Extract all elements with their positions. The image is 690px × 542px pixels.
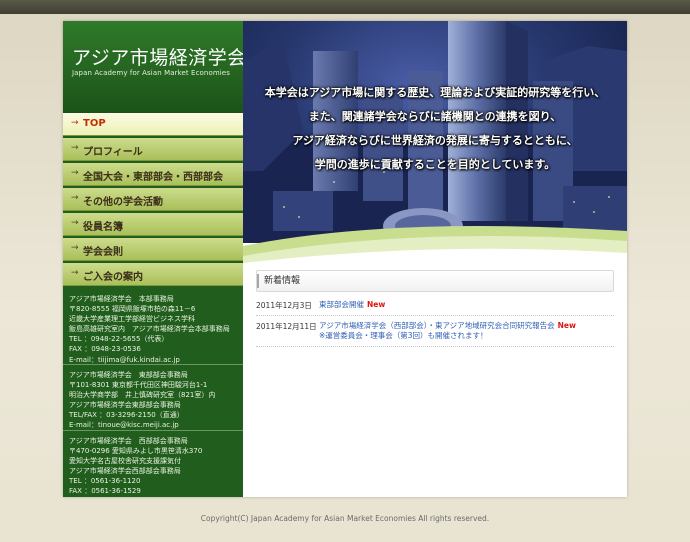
- top-bar: [0, 0, 690, 14]
- nav-item-top[interactable]: → TOP: [63, 113, 243, 136]
- office-line: アジア市場経済学会 本部事務局: [69, 295, 174, 303]
- office-info-west: アジア市場経済学会 西部部会事務局 〒470-0296 愛知県みよし市黒笹清水3…: [69, 436, 241, 497]
- site-logo[interactable]: アジア市場経済学会 Japan Academy for Asian Market…: [63, 21, 246, 113]
- office-line: アジア市場経済学会西部部会事務局: [69, 467, 181, 476]
- nav-item-membership[interactable]: → ご入会の案内: [63, 263, 243, 286]
- office-line: 飯島高雄研究室内 アジア市場経済学会本部事務局: [69, 325, 230, 334]
- site-title: アジア市場経済学会: [72, 47, 247, 69]
- new-badge: New: [557, 321, 576, 330]
- news-link[interactable]: 東部部会開催: [319, 300, 364, 309]
- arrow-right-icon: →: [71, 218, 79, 228]
- nav-item-bylaws[interactable]: → 学会会則: [63, 238, 243, 261]
- arrow-right-icon: →: [71, 118, 79, 128]
- sidebar: アジア市場経済学会 Japan Academy for Asian Market…: [63, 21, 246, 497]
- nav-label: 学会会則: [83, 247, 123, 258]
- nav-item-meetings[interactable]: → 全国大会・東部部会・西部部会: [63, 163, 243, 186]
- divider: [63, 364, 243, 365]
- office-line: アジア市場経済学会 東部部会事務局: [69, 371, 188, 379]
- hero-banner: 本学会はアジア市場に関する歴史、理論および実証的研究等を行い、 また、関連諸学会…: [243, 21, 627, 243]
- nav-item-profile[interactable]: → プロフィール: [63, 138, 243, 161]
- office-line: 愛知大学名古屋校舎研究支援課気付: [69, 457, 181, 466]
- office-line: FAX ：0948-23-0536: [69, 345, 141, 354]
- arrow-right-icon: →: [71, 268, 79, 278]
- office-line: TEL ：0561-36-1120: [69, 477, 141, 486]
- copyright: Copyright(C) Japan Academy for Asian Mar…: [200, 514, 490, 523]
- news-item: 2011年12月11日 アジア市場経済学会（西部部会）・東アジア地域研究会合同研…: [256, 316, 614, 347]
- office-info-east: アジア市場経済学会 東部部会事務局 〒101-8301 東京都千代田区神田駿河台…: [69, 370, 241, 431]
- hero-line: また、関連諸学会ならびに諸機関との連携を図り、: [308, 110, 562, 123]
- news-date: 2011年12月3日: [256, 301, 312, 310]
- office-line: TEL/FAX ：03-3296-2150（直通）: [69, 411, 184, 420]
- nav-label: その他の学会活動: [83, 197, 163, 208]
- hero-line: 学問の進歩に貢献することを目的としています。: [314, 158, 556, 171]
- news-link[interactable]: アジア市場経済学会（西部部会）・東アジア地域研究会合同研究報告会: [319, 321, 555, 330]
- office-line: 〒470-0296 愛知県みよし市黒笹清水370: [69, 447, 203, 456]
- nav-item-other-activities[interactable]: → その他の学会活動: [63, 188, 243, 211]
- office-line: アジア市場経済学会東部部会事務局: [69, 401, 181, 410]
- nav-label: 役員名簿: [83, 222, 123, 233]
- new-badge: New: [367, 300, 386, 309]
- office-line: 〒101-8301 東京都千代田区神田駿河台1-1: [69, 381, 208, 390]
- nav-label: 全国大会・東部部会・西部部会: [83, 172, 223, 183]
- news-date: 2011年12月11日: [256, 322, 317, 331]
- office-line: 明治大学商学部 井上慎碑研究室（821室）内: [69, 391, 216, 400]
- office-line: TEL ：0948-22-5655（代表）: [69, 335, 169, 344]
- nav-label: ご入会の案内: [83, 272, 143, 283]
- office-line: 〒820-8555 福岡県飯塚市柏の森11－6: [69, 305, 196, 314]
- nav-label: プロフィール: [83, 147, 143, 158]
- news-link-note[interactable]: ※運営委員会・理事会（第3回）も開催されます！: [319, 331, 488, 340]
- hero-line: アジア経済ならびに世界経済の発展に寄与するとともに、: [292, 134, 578, 147]
- office-line: 近畿大学産業理工学部経営ビジネス学科: [69, 315, 195, 324]
- arrow-right-icon: →: [71, 193, 79, 203]
- news-body: 東部部会開催 New: [319, 300, 385, 310]
- nav-label: TOP: [83, 118, 106, 129]
- news-body: アジア市場経済学会（西部部会）・東アジア地域研究会合同研究報告会 New ※運営委…: [319, 321, 576, 341]
- hero-line: 本学会はアジア市場に関する歴史、理論および実証的研究等を行い、: [264, 86, 606, 99]
- page-container: アジア市場経済学会 Japan Academy for Asian Market…: [63, 21, 627, 497]
- office-line: アジア市場経済学会 西部部会事務局: [69, 437, 188, 445]
- news-heading: 新着情報: [256, 270, 614, 292]
- arrow-right-icon: →: [71, 143, 79, 153]
- arrow-right-icon: →: [71, 243, 79, 253]
- divider: [63, 430, 243, 431]
- nav-item-officers[interactable]: → 役員名簿: [63, 213, 243, 236]
- news-section: 新着情報 2011年12月3日 東部部会開催 New 2011年12月11日 アジ…: [256, 270, 614, 347]
- office-info-headquarters: アジア市場経済学会 本部事務局 〒820-8555 福岡県飯塚市柏の森11－6 …: [69, 294, 241, 365]
- office-line: FAX ：0561-36-1529: [69, 487, 141, 496]
- arrow-right-icon: →: [71, 168, 79, 178]
- news-item: 2011年12月3日 東部部会開催 New: [256, 295, 614, 316]
- main-nav: → TOP → プロフィール → 全国大会・東部部会・西部部会 → その他の学会…: [63, 113, 243, 288]
- site-subtitle: Japan Academy for Asian Market Economies: [72, 69, 230, 77]
- hero-mission-text: 本学会はアジア市場に関する歴史、理論および実証的研究等を行い、 また、関連諸学会…: [243, 81, 627, 177]
